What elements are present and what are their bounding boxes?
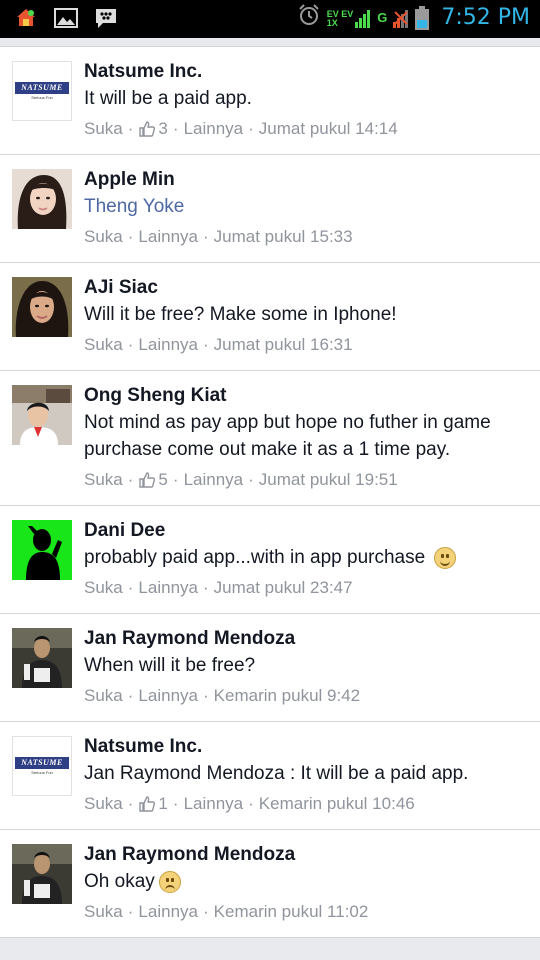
thumbs-up-icon[interactable]: [138, 795, 156, 813]
like-link[interactable]: Suka: [84, 901, 123, 923]
comment-text: Oh okay: [84, 871, 155, 892]
comment-meta: Suka · 5 · Lainnya · Jumat pukul 19:51: [84, 469, 398, 491]
comment-author[interactable]: AJi Siac: [84, 275, 524, 301]
signal-icon: [393, 9, 409, 28]
thumbs-up-icon[interactable]: [138, 120, 156, 138]
comment-author[interactable]: Dani Dee: [84, 518, 524, 544]
comment-author[interactable]: Jan Raymond Mendoza: [84, 626, 524, 652]
natsume-logo-subtitle: Serious Fun: [31, 95, 53, 100]
comment-time: Jumat pukul 16:31: [213, 335, 353, 354]
like-count[interactable]: 5: [158, 469, 167, 491]
comment-text-wrapper: probably paid app...with in app purchase: [84, 544, 524, 571]
comment-author[interactable]: Natsume Inc.: [84, 59, 524, 85]
natsume-logo: NATSUME: [15, 757, 69, 769]
comment-text: Jan Raymond Mendoza : It will be a paid …: [84, 763, 469, 784]
like-link[interactable]: Suka: [84, 226, 123, 248]
comment-meta: Suka · Lainnya · Jumat pukul 23:47: [84, 577, 353, 599]
image-icon: [54, 6, 78, 30]
comment-item: AJi Siac Will it be free? Make some in I…: [0, 263, 540, 371]
comment-time: Jumat pukul 19:51: [258, 470, 398, 489]
like-link[interactable]: Suka: [84, 577, 123, 599]
comment-author[interactable]: Jan Raymond Mendoza: [84, 842, 524, 868]
avatar[interactable]: [12, 628, 72, 688]
clock: 7:52 PM: [441, 5, 530, 30]
alarm-icon: [297, 3, 321, 32]
more-link[interactable]: Lainnya: [138, 901, 198, 923]
avatar[interactable]: NATSUME Serious Fun: [12, 61, 72, 121]
status-bar: EV EV 1X G 7:52 PM: [0, 0, 540, 38]
avatar[interactable]: [12, 385, 72, 445]
avatar[interactable]: [12, 844, 72, 904]
comment-text: When will it be free?: [84, 655, 256, 676]
comment-author[interactable]: Natsume Inc.: [84, 734, 524, 760]
avatar[interactable]: NATSUME Serious Fun: [12, 736, 72, 796]
comment-item: Apple Min Theng Yoke Suka · Lainnya · Juma…: [0, 155, 540, 263]
pensive-emoji-icon: [158, 870, 181, 893]
like-count[interactable]: 1: [158, 793, 167, 815]
comment-time: Kemarin pukul 10:46: [258, 794, 415, 813]
comment-item: Jan Raymond Mendoza When will it be free…: [0, 614, 540, 722]
like-link[interactable]: Suka: [84, 685, 123, 707]
ev-signal: EV EV 1X: [327, 8, 372, 28]
comment-time: Jumat pukul 14:14: [258, 119, 398, 138]
comment-author[interactable]: Apple Min: [84, 167, 524, 193]
comment-text: Not mind as pay app but hope no futher i…: [84, 412, 491, 460]
comment-item: Jan Raymond Mendoza Oh okay Suka · Lainny…: [0, 830, 540, 938]
more-link[interactable]: Lainnya: [184, 793, 244, 815]
comment-time: Kemarin pukul 11:02: [213, 902, 369, 921]
notification-icons: [14, 6, 118, 30]
like-count[interactable]: 3: [158, 118, 167, 140]
battery-icon: [415, 5, 430, 30]
thumbs-up-icon[interactable]: [138, 471, 156, 489]
tagged-user-link[interactable]: Theng Yoke: [84, 193, 524, 220]
like-link[interactable]: Suka: [84, 334, 123, 356]
more-link[interactable]: Lainnya: [184, 469, 244, 491]
comment-meta: Suka · Lainnya · Kemarin pukul 11:02: [84, 901, 369, 923]
comment-feed[interactable]: NATSUME Serious Fun Natsume Inc. It will…: [0, 38, 540, 960]
like-link[interactable]: Suka: [84, 118, 123, 140]
comment-meta: Suka · 1 · Lainnya · Kemarin pukul 10:46: [84, 793, 415, 815]
avatar[interactable]: [12, 277, 72, 337]
more-link[interactable]: Lainnya: [184, 118, 244, 140]
like-link[interactable]: Suka: [84, 793, 123, 815]
comment-meta: Suka · 3 · Lainnya · Jumat pukul 14:14: [84, 118, 398, 140]
more-link[interactable]: Lainnya: [138, 334, 198, 356]
comment-time: Jumat pukul 23:47: [213, 578, 353, 597]
network-type-label: G: [377, 10, 388, 25]
comment-time: Jumat pukul 15:33: [213, 227, 353, 246]
comment-text-wrapper: Oh okay: [84, 868, 524, 895]
comment-meta: Suka · Lainnya · Jumat pukul 15:33: [84, 226, 353, 248]
more-link[interactable]: Lainnya: [138, 685, 198, 707]
comment-text: It will be a paid app.: [84, 88, 252, 109]
ev-1x-label: 1X: [326, 17, 338, 28]
avatar[interactable]: [12, 520, 72, 580]
home-notification-icon: [14, 6, 38, 30]
like-link[interactable]: Suka: [84, 469, 123, 491]
comment-text: Will it be free? Make some in Iphone!: [84, 304, 397, 325]
signal-icon: [355, 9, 371, 28]
avatar[interactable]: [12, 169, 72, 229]
comment-meta: Suka · Lainnya · Jumat pukul 16:31: [84, 334, 353, 356]
system-status: EV EV 1X G 7:52 PM: [297, 3, 530, 32]
more-link[interactable]: Lainnya: [138, 577, 198, 599]
more-link[interactable]: Lainnya: [138, 226, 198, 248]
comment-meta: Suka · Lainnya · Kemarin pukul 9:42: [84, 685, 361, 707]
comment-item: Ong Sheng Kiat Not mind as pay app but h…: [0, 371, 540, 506]
comment-item: NATSUME Serious Fun Natsume Inc. It will…: [0, 47, 540, 155]
natsume-logo-subtitle: Serious Fun: [31, 770, 53, 775]
natsume-logo: NATSUME: [15, 82, 69, 94]
comment-item: NATSUME Serious Fun Natsume Inc. Jan Ray…: [0, 722, 540, 830]
feed-top-divider: [0, 38, 540, 47]
comment-author[interactable]: Ong Sheng Kiat: [84, 383, 524, 409]
comment-time: Kemarin pukul 9:42: [213, 686, 361, 705]
smile-emoji-icon: [434, 546, 457, 569]
comment-text: probably paid app...with in app purchase: [84, 547, 426, 568]
bbm-icon: [94, 6, 118, 30]
comment-item: Dani Dee probably paid app...with in app…: [0, 506, 540, 614]
